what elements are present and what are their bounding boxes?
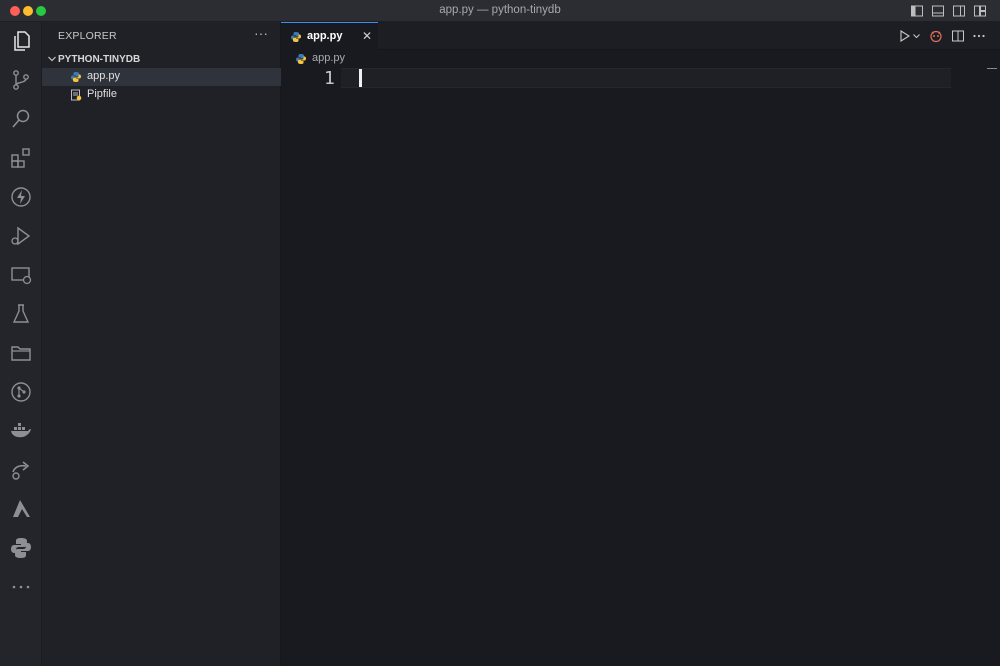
- python-file-icon: [296, 54, 306, 64]
- explorer-icon[interactable]: [9, 29, 33, 53]
- line-number: 1: [324, 68, 335, 89]
- more-actions-icon[interactable]: [972, 29, 986, 43]
- testing-icon[interactable]: [9, 302, 33, 326]
- tab-label: app.py: [307, 30, 343, 42]
- explorer-sidebar: EXPLORER ··· PYTHON-TINYDB app.py Pipfil…: [42, 22, 281, 666]
- chevron-down-icon: [48, 56, 56, 62]
- split-editor-icon[interactable]: [951, 29, 965, 43]
- chevron-down-icon[interactable]: [912, 29, 921, 43]
- file-item-app-py[interactable]: app.py: [42, 68, 281, 86]
- customize-layout-icon[interactable]: [973, 4, 987, 18]
- code-editor[interactable]: 1: [281, 68, 1000, 666]
- editor-tab-bar: app.py ✕: [281, 22, 1000, 50]
- python-file-icon: [71, 72, 81, 82]
- breadcrumb-file[interactable]: app.py: [312, 52, 345, 64]
- title-bar: app.py — python-tinydb: [0, 0, 1000, 22]
- run-debug-icon[interactable]: [9, 224, 33, 248]
- text-cursor: [359, 69, 362, 87]
- minimap[interactable]: [987, 68, 997, 69]
- file-name: app.py: [87, 70, 121, 82]
- live-share-icon[interactable]: [9, 458, 33, 482]
- python-file-icon: [291, 32, 301, 42]
- source-control-icon[interactable]: [9, 68, 33, 92]
- remote-explorer-icon[interactable]: [9, 263, 33, 287]
- folder-icon[interactable]: [9, 341, 33, 365]
- extensions-icon[interactable]: [9, 146, 33, 170]
- run-python-file-icon[interactable]: [898, 29, 912, 43]
- file-item-pipfile[interactable]: Pipfile: [42, 86, 281, 104]
- python-icon[interactable]: [9, 536, 33, 560]
- toggle-secondary-sidebar-icon[interactable]: [952, 4, 966, 18]
- docker-icon[interactable]: [9, 419, 33, 443]
- file-name: Pipfile: [87, 88, 117, 100]
- folder-header-python-tinydb[interactable]: PYTHON-TINYDB: [42, 51, 281, 69]
- search-icon[interactable]: [9, 107, 33, 131]
- copilot-icon[interactable]: [929, 29, 943, 43]
- close-tab-button[interactable]: ✕: [362, 29, 372, 43]
- folder-name: PYTHON-TINYDB: [58, 54, 141, 65]
- azure-icon[interactable]: [9, 497, 33, 521]
- window-title: app.py — python-tinydb: [439, 4, 561, 16]
- more-icon[interactable]: [9, 575, 33, 599]
- explorer-title: EXPLORER: [58, 30, 117, 42]
- lightning-icon[interactable]: [9, 185, 33, 209]
- tab-app-py[interactable]: app.py ✕: [281, 22, 378, 50]
- toggle-primary-sidebar-icon[interactable]: [910, 4, 924, 18]
- pipfile-icon: [71, 89, 82, 101]
- toggle-panel-icon[interactable]: [931, 4, 945, 18]
- current-line-highlight: [341, 68, 951, 88]
- activity-bar: [0, 22, 42, 666]
- explorer-more-button[interactable]: ···: [254, 25, 268, 41]
- git-graph-icon[interactable]: [9, 380, 33, 404]
